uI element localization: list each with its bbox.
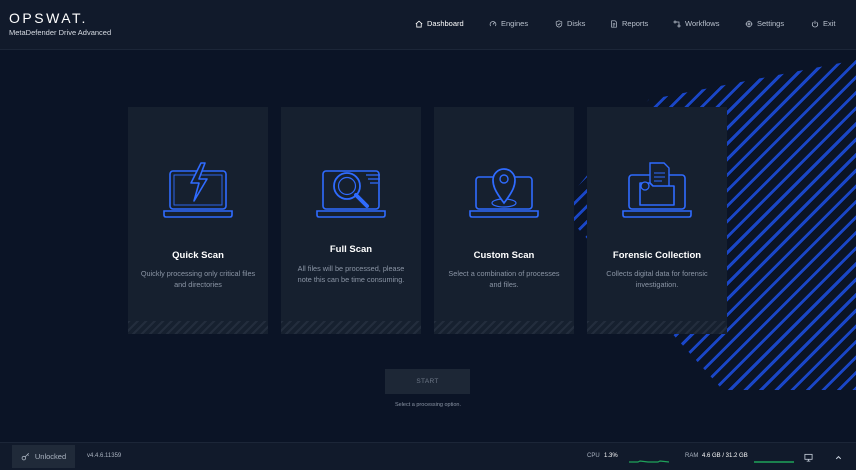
laptop-location-pin-icon xyxy=(467,159,541,223)
nav-disks[interactable]: Disks xyxy=(555,19,585,28)
key-icon xyxy=(21,452,29,461)
report-icon xyxy=(611,19,617,28)
top-bar: OPSWAT. MetaDefender Drive Advanced Dash… xyxy=(0,0,856,50)
nav-disks-label: Disks xyxy=(567,19,586,28)
nav-exit[interactable]: Exit xyxy=(811,19,836,28)
home-icon xyxy=(415,20,423,27)
gear-icon xyxy=(745,19,753,28)
cpu-sparkline xyxy=(628,449,670,465)
power-icon xyxy=(811,20,819,27)
full-scan-card[interactable]: Full Scan All files will be processed, p… xyxy=(281,107,421,334)
nav-dashboard-label: Dashboard xyxy=(427,19,464,28)
nav-reports[interactable]: Reports xyxy=(610,19,648,28)
start-button[interactable]: START xyxy=(385,369,470,394)
full-scan-description: All files will be processed, please note… xyxy=(297,264,405,284)
lock-status-label: Unlocked xyxy=(34,452,67,461)
nav-workflows[interactable]: Workflows xyxy=(673,19,719,28)
main-nav: Dashboard Engines Disks Reports Workflow… xyxy=(0,19,856,31)
lock-button[interactable]: Unlocked xyxy=(12,445,75,468)
cpu-value: 1.3% xyxy=(604,453,618,459)
nav-exit-label: Exit xyxy=(823,19,836,28)
workflows-icon xyxy=(673,20,681,27)
cpu-label: CPU xyxy=(587,453,600,459)
ram-value: 4.6 GB / 31.2 GB xyxy=(702,453,748,459)
engines-icon xyxy=(489,20,497,26)
card-footer-pattern xyxy=(434,321,574,334)
ram-label: RAM xyxy=(685,453,699,459)
laptop-lightning-icon xyxy=(161,159,235,223)
nav-engines-label: Engines xyxy=(501,19,529,28)
nav-settings-label: Settings xyxy=(757,19,785,28)
custom-scan-title: Custom Scan xyxy=(473,250,535,261)
nav-engines[interactable]: Engines xyxy=(489,19,528,28)
nav-dashboard[interactable]: Dashboard xyxy=(415,19,464,28)
forensic-collection-card[interactable]: Forensic Collection Collects digital dat… xyxy=(587,107,727,334)
custom-scan-card[interactable]: Custom Scan Select a combination of proc… xyxy=(434,107,574,334)
laptop-document-folder-icon xyxy=(620,159,694,223)
quick-scan-description: Quickly processing only critical files a… xyxy=(140,269,256,289)
nav-reports-label: Reports xyxy=(622,19,649,28)
full-scan-title: Full Scan xyxy=(329,244,373,255)
custom-scan-description: Select a combination of processes and fi… xyxy=(448,269,560,289)
ram-sparkline xyxy=(753,449,795,465)
forensic-collection-description: Collects digital data for forensic inves… xyxy=(606,269,708,289)
shield-check-icon xyxy=(555,19,563,28)
quick-scan-card[interactable]: Quick Scan Quickly processing only criti… xyxy=(128,107,268,334)
laptop-magnifier-icon xyxy=(314,159,388,223)
forensic-collection-title: Forensic Collection xyxy=(612,250,702,261)
nav-settings[interactable]: Settings xyxy=(745,19,784,28)
card-footer-pattern xyxy=(587,321,727,334)
screen-share-icon[interactable] xyxy=(804,453,813,462)
nav-workflows-label: Workflows xyxy=(685,19,720,28)
card-footer-pattern xyxy=(128,321,268,334)
start-hint: Select a processing option. xyxy=(394,402,462,408)
status-bar: Unlocked v4.4.6.11359 CPU 1.3% RAM 4.6 G… xyxy=(0,442,856,470)
version-label: v4.4.6.11359 xyxy=(87,453,122,459)
quick-scan-title: Quick Scan xyxy=(172,250,224,261)
chevron-up-icon[interactable] xyxy=(834,453,843,462)
card-footer-pattern xyxy=(281,321,421,334)
